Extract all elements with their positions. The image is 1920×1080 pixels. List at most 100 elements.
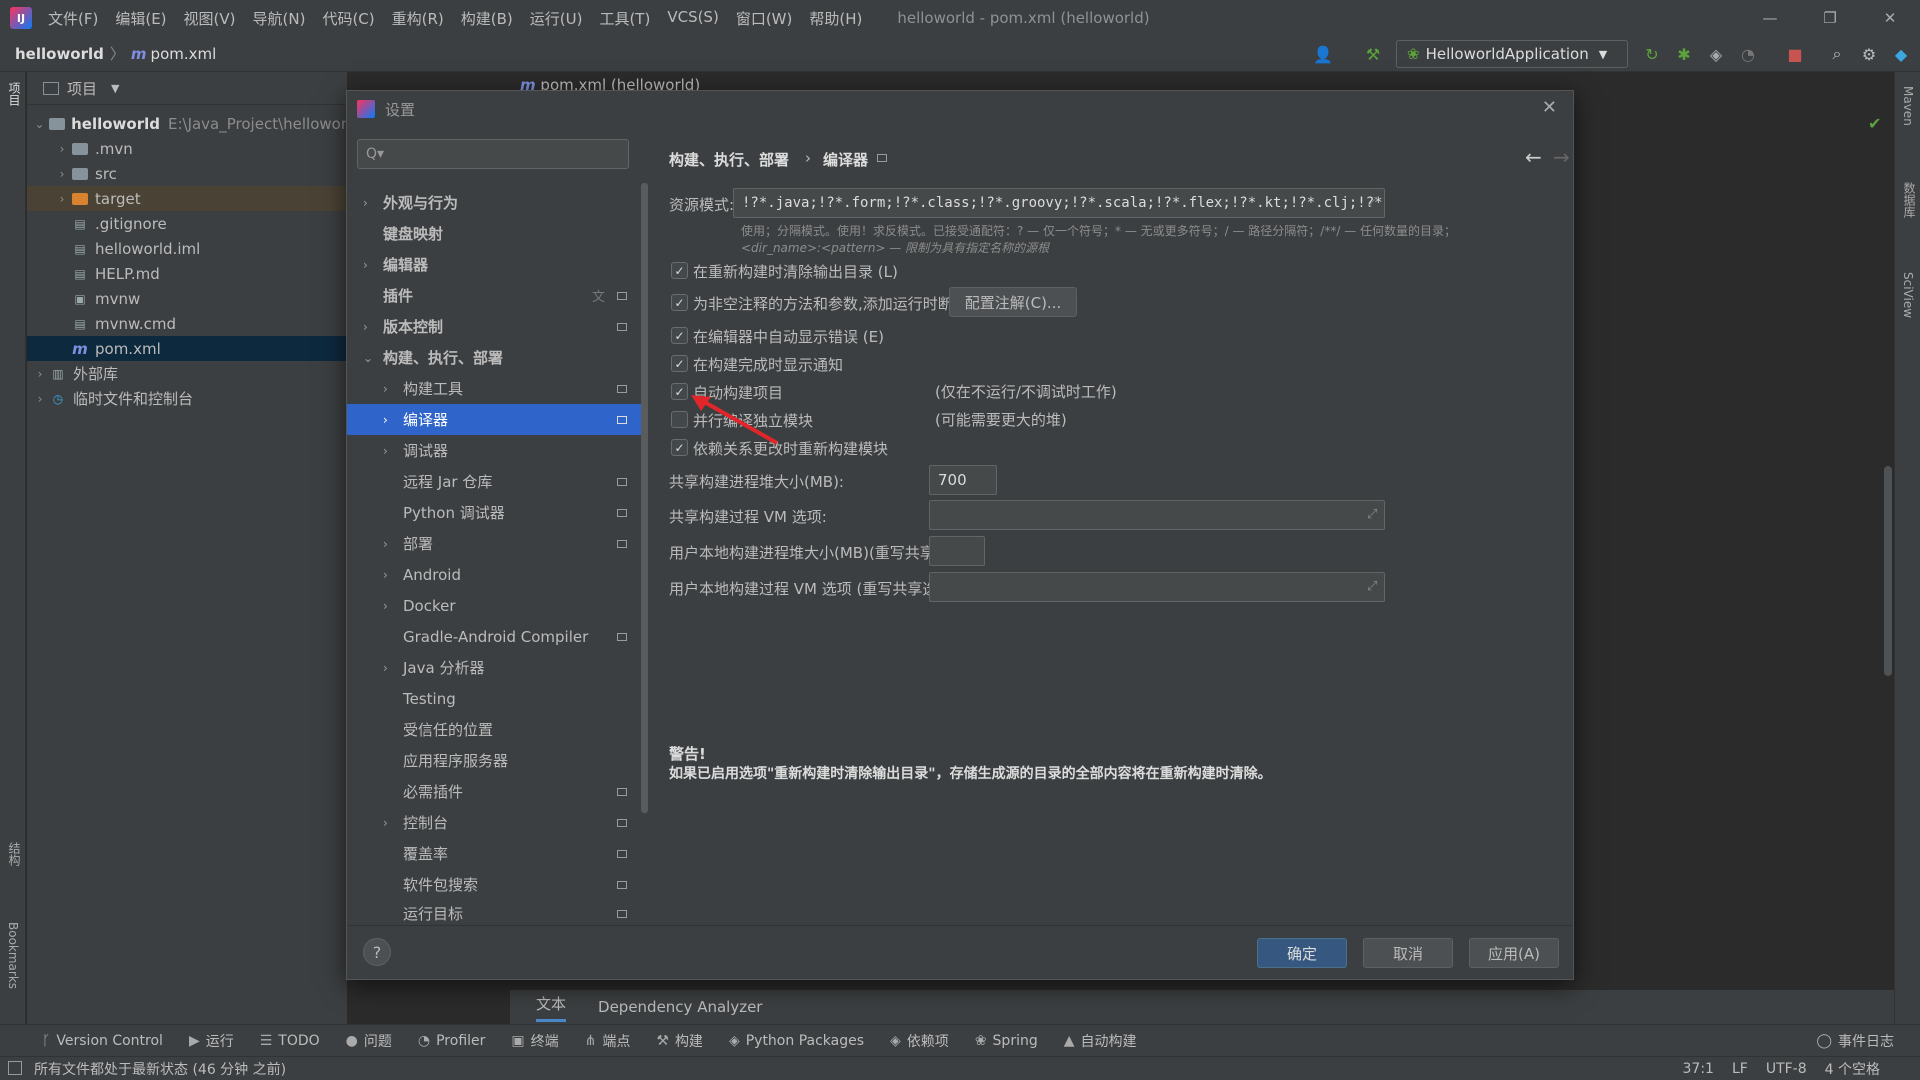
settings-tree-item-coverage[interactable]: 覆盖率 xyxy=(347,838,643,869)
settings-tree-scrollbar[interactable] xyxy=(641,183,648,813)
chevron-right-icon[interactable]: › xyxy=(383,816,388,830)
menu-window[interactable]: 窗口(W) xyxy=(736,8,793,29)
local-heap-input[interactable] xyxy=(929,536,985,566)
caret-position[interactable]: 37:1 xyxy=(1683,1061,1714,1077)
settings-tree-item-gradle-android[interactable]: Gradle-Android Compiler xyxy=(347,621,643,652)
settings-tree-item-vcs[interactable]: › 版本控制 xyxy=(347,311,643,342)
breadcrumb-project[interactable]: helloworld xyxy=(15,45,104,63)
tool-endpoints[interactable]: ⋔ 端点 xyxy=(585,1031,631,1051)
tool-auto-build[interactable]: ▲ 自动构建 xyxy=(1064,1031,1137,1051)
tab-text[interactable]: 文本 xyxy=(536,993,567,1022)
tool-todo[interactable]: ☰ TODO xyxy=(260,1033,320,1049)
tool-run[interactable]: ▶ 运行 xyxy=(189,1031,234,1051)
stop-icon[interactable]: ■ xyxy=(1784,43,1806,65)
settings-tree-item-python-debugger[interactable]: Python 调试器 xyxy=(347,497,643,528)
build-hammer-icon[interactable]: ⚒ xyxy=(1362,43,1384,65)
bookmarks-tool-tab[interactable]: Bookmarks xyxy=(6,922,20,989)
build-notification-label[interactable]: 在构建完成时显示通知 xyxy=(693,354,843,375)
run-configuration-select[interactable]: ❀ HelloworldApplication ▼ xyxy=(1396,40,1628,68)
menu-edit[interactable]: 编辑(E) xyxy=(115,8,166,29)
user-icon[interactable]: 👤 xyxy=(1312,43,1334,65)
chevron-down-icon[interactable]: ⌄ xyxy=(31,117,48,131)
chevron-right-icon[interactable]: › xyxy=(31,367,49,381)
chevron-right-icon[interactable]: › xyxy=(53,142,71,156)
project-tool-tab[interactable]: 项目 xyxy=(6,82,23,106)
tool-dependencies[interactable]: ◈ 依赖项 xyxy=(890,1031,949,1051)
debug-icon[interactable]: ✱ xyxy=(1673,43,1695,65)
line-separator[interactable]: LF xyxy=(1732,1061,1748,1077)
chevron-right-icon[interactable]: › xyxy=(383,444,388,458)
chevron-right-icon[interactable]: › xyxy=(383,537,388,551)
settings-tree-item-editor[interactable]: › 编辑器 xyxy=(347,249,643,280)
menu-file[interactable]: 文件(F) xyxy=(48,8,98,29)
expand-icon[interactable]: ⤢ xyxy=(1367,507,1377,522)
resource-patterns-input[interactable]: !?*.java;!?*.form;!?*.class;!?*.groovy;!… xyxy=(733,188,1385,218)
menu-vcs[interactable]: VCS(S) xyxy=(667,8,718,29)
profiler-icon[interactable]: ◔ xyxy=(1737,43,1759,65)
tree-item-pom[interactable]: m pom.xml xyxy=(27,336,347,361)
chevron-right-icon[interactable]: › xyxy=(31,392,49,406)
menu-code[interactable]: 代码(C) xyxy=(322,8,374,29)
tree-item-external-libs[interactable]: › ▥ 外部库 xyxy=(27,361,347,386)
tree-item-mvnw-cmd[interactable]: ▤ mvnw.cmd xyxy=(27,311,347,336)
tool-event-log[interactable]: ◯ 事件日志 xyxy=(1816,1031,1894,1051)
tool-build[interactable]: ⚒ 构建 xyxy=(656,1031,703,1051)
settings-tree-item-testing[interactable]: Testing xyxy=(347,683,643,714)
chevron-right-icon[interactable]: › xyxy=(363,320,368,334)
chevron-right-icon[interactable]: › xyxy=(53,167,71,181)
tree-item-iml[interactable]: ▤ helloworld.iml xyxy=(27,236,347,261)
tool-version-control[interactable]: ᚴ Version Control xyxy=(42,1033,163,1049)
rerun-icon[interactable]: ↻ xyxy=(1641,43,1663,65)
tree-item-mvn[interactable]: › .mvn xyxy=(27,136,347,161)
status-message[interactable]: 所有文件都处于最新状态 (46 分钟 之前) xyxy=(34,1059,286,1079)
show-errors-label[interactable]: 在编辑器中自动显示错误 (E) xyxy=(693,326,884,347)
tree-root[interactable]: ⌄ helloworld E:\Java_Project\hellowor xyxy=(27,111,347,136)
menu-run[interactable]: 运行(U) xyxy=(530,8,583,29)
file-encoding[interactable]: UTF-8 xyxy=(1766,1061,1807,1077)
show-errors-checkbox[interactable]: ✓ xyxy=(671,327,688,344)
shared-vm-options-input[interactable] xyxy=(929,500,1385,530)
tree-item-mvnw[interactable]: ▣ mvnw xyxy=(27,286,347,311)
settings-tree-item-compiler[interactable]: › 编译器 xyxy=(347,404,643,435)
tree-item-help[interactable]: ▤ HELP.md xyxy=(27,261,347,286)
settings-tree-item-required-plugins[interactable]: 必需插件 xyxy=(347,776,643,807)
close-window-icon[interactable]: ✕ xyxy=(1860,0,1920,36)
settings-tree-item-build-tools[interactable]: › 构建工具 xyxy=(347,373,643,404)
settings-tree-item-keymap[interactable]: 键盘映射 xyxy=(347,218,643,249)
settings-tree-item-deployment[interactable]: › 部署 xyxy=(347,528,643,559)
tool-spring[interactable]: ❀ Spring xyxy=(975,1033,1038,1049)
tool-python-packages[interactable]: ◈ Python Packages xyxy=(729,1033,864,1049)
chevron-down-icon[interactable]: ⌄ xyxy=(363,351,373,365)
project-panel-title[interactable]: 项目 xyxy=(67,78,97,99)
settings-tree-item-java-profiler[interactable]: › Java 分析器 xyxy=(347,652,643,683)
tree-item-target[interactable]: › target xyxy=(27,186,347,211)
menu-tools[interactable]: 工具(T) xyxy=(599,8,650,29)
settings-tree-item-app-servers[interactable]: 应用程序服务器 xyxy=(347,745,643,776)
structure-tool-tab[interactable]: 结构 xyxy=(6,842,23,866)
status-toggle-icon[interactable] xyxy=(8,1061,22,1075)
chevron-right-icon[interactable]: › xyxy=(383,413,388,427)
menu-view[interactable]: 视图(V) xyxy=(184,8,236,29)
expand-icon[interactable]: ⤢ xyxy=(1367,195,1377,210)
settings-tree-item-docker[interactable]: › Docker xyxy=(347,590,643,621)
breadcrumb-file[interactable]: pom.xml xyxy=(151,45,217,63)
configure-annotations-button[interactable]: 配置注解(C)... xyxy=(949,287,1077,317)
settings-tree-item-console[interactable]: › 控制台 xyxy=(347,807,643,838)
clear-output-label[interactable]: 在重新构建时清除输出目录 (L) xyxy=(693,261,898,282)
build-notification-checkbox[interactable]: ✓ xyxy=(671,355,688,372)
help-button[interactable]: ? xyxy=(363,938,391,966)
clear-output-checkbox[interactable]: ✓ xyxy=(671,262,688,279)
settings-tree-item-trusted-locations[interactable]: 受信任的位置 xyxy=(347,714,643,745)
indent-setting[interactable]: 4 个空格 xyxy=(1825,1059,1880,1079)
apply-button[interactable]: 应用(A) xyxy=(1469,938,1559,968)
tree-item-scratches[interactable]: › ◷ 临时文件和控制台 xyxy=(27,386,347,411)
tool-profiler[interactable]: ◔ Profiler xyxy=(418,1033,486,1049)
gear-icon[interactable]: ⚙ xyxy=(1858,43,1880,65)
sciview-tool-tab[interactable]: SciView xyxy=(1901,272,1915,318)
chevron-right-icon[interactable]: › xyxy=(53,192,71,206)
expand-icon[interactable]: ⤢ xyxy=(1367,579,1377,594)
tool-problems[interactable]: ● 问题 xyxy=(346,1031,392,1051)
chevron-right-icon[interactable]: › xyxy=(383,599,388,613)
cancel-button[interactable]: 取消 xyxy=(1363,938,1453,968)
search-icon[interactable]: ⌕ xyxy=(1826,43,1848,65)
